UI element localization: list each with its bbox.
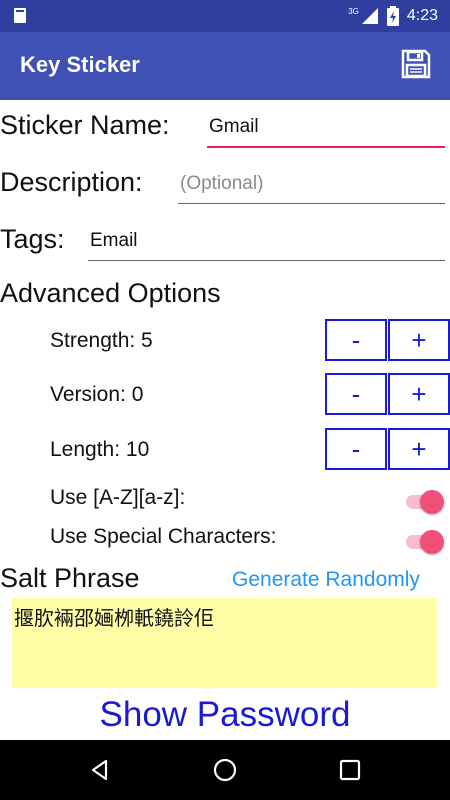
strength-label: Strength: 5 [50, 329, 153, 352]
use-special-toggle[interactable] [404, 528, 446, 556]
tags-label: Tags: [0, 224, 65, 254]
app-title: Key Sticker [20, 52, 140, 77]
description-placeholder: (Optional) [180, 173, 264, 194]
tags-input[interactable]: Email [88, 230, 445, 261]
clock: 4:23 [406, 7, 438, 24]
generate-randomly-link[interactable]: Generate Randomly [232, 568, 420, 592]
sd-card-icon [14, 8, 26, 23]
save-button[interactable] [398, 46, 434, 82]
home-icon [213, 758, 237, 782]
length-label: Length: 10 [50, 438, 150, 461]
sticker-name-value: Gmail [209, 116, 259, 137]
sticker-name-input[interactable]: Gmail [207, 116, 445, 148]
length-plus-button[interactable]: + [388, 428, 450, 470]
back-button[interactable] [85, 755, 115, 785]
toggle-thumb [420, 490, 444, 514]
toggle-thumb [420, 530, 444, 554]
use-special-label: Use Special Characters: [50, 525, 277, 548]
salt-phrase-label: Salt Phrase [0, 563, 140, 593]
status-icons: 3G 4:23 [348, 5, 438, 27]
description-label: Description: [0, 167, 143, 197]
battery-icon [386, 6, 399, 26]
show-password-button[interactable]: Show Password [0, 690, 450, 740]
strength-plus-button[interactable]: + [388, 319, 450, 361]
signal-icon [361, 8, 378, 24]
recents-button[interactable] [335, 755, 365, 785]
description-input[interactable]: (Optional) [178, 173, 445, 204]
network-type: 3G [348, 6, 359, 16]
home-button[interactable] [210, 755, 240, 785]
salt-phrase-input[interactable]: 揠肷裲邵婳栁軝鐃詅佢 [12, 598, 437, 688]
app-bar: Key Sticker [0, 32, 450, 100]
use-az-toggle[interactable] [404, 488, 446, 516]
recents-icon [339, 759, 361, 781]
sticker-name-label: Sticker Name: [0, 110, 170, 140]
salt-phrase-value: 揠肷裲邵婳栁軝鐃詅佢 [14, 606, 214, 630]
status-bar: 3G 4:23 [0, 0, 450, 32]
strength-minus-button[interactable]: - [325, 319, 387, 361]
navigation-bar [0, 740, 450, 800]
version-minus-button[interactable]: - [325, 373, 387, 415]
tags-value: Email [90, 230, 138, 251]
advanced-options-heading: Advanced Options [0, 278, 221, 308]
use-az-label: Use [A-Z][a-z]: [50, 486, 186, 509]
back-icon [91, 759, 108, 781]
length-minus-button[interactable]: - [325, 428, 387, 470]
save-icon [401, 49, 431, 79]
version-label: Version: 0 [50, 383, 144, 406]
version-plus-button[interactable]: + [388, 373, 450, 415]
